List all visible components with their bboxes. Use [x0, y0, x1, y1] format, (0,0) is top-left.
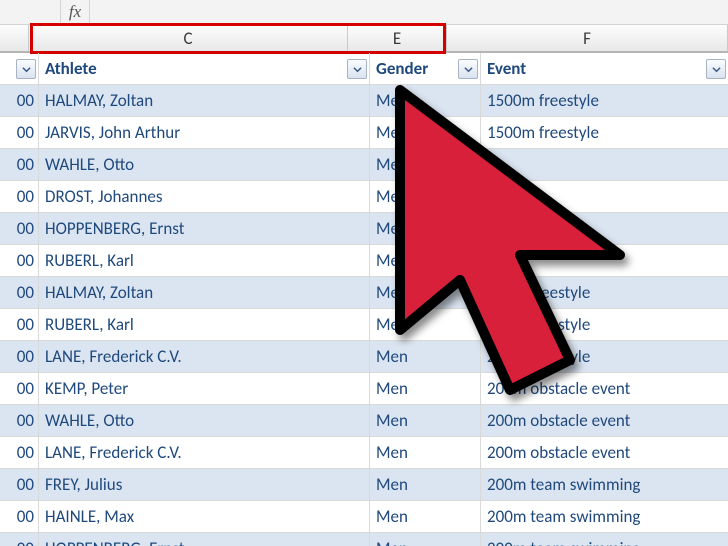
cell-athlete[interactable]: KEMP, Peter — [39, 373, 370, 404]
cell-id[interactable]: 00 — [0, 309, 39, 340]
cell-event[interactable] — [481, 213, 728, 244]
cell-event[interactable]: 1500m freestyle — [481, 85, 728, 116]
cell-id[interactable]: 00 — [0, 437, 39, 468]
formula-bar: fx — [0, 0, 728, 25]
cell-athlete[interactable]: JARVIS, John Arthur — [39, 117, 370, 148]
table-row[interactable]: 00HOPPENBERG, ErnstMen — [0, 213, 728, 245]
cell-gender[interactable]: Men — [370, 245, 481, 276]
cell-event[interactable]: 200m freestyle — [481, 277, 728, 308]
table-row[interactable]: 00KEMP, PeterMen200m obstacle event — [0, 373, 728, 405]
cell-id[interactable]: 00 — [0, 149, 39, 180]
column-header-e[interactable]: E — [348, 25, 447, 51]
table-row[interactable]: 00FREY, JuliusMen200m team swimming — [0, 469, 728, 501]
header-label: Athlete — [45, 58, 97, 79]
filter-button[interactable] — [347, 59, 367, 79]
cell-gender[interactable]: Men — [370, 149, 481, 180]
cell-athlete[interactable]: HALMAY, Zoltan — [39, 277, 370, 308]
cell-gender[interactable]: Men — [370, 437, 481, 468]
cell-event[interactable]: 200m freestyle — [481, 309, 728, 340]
cell-event[interactable]: 200m obstacle event — [481, 373, 728, 404]
cell-id[interactable]: 00 — [0, 213, 39, 244]
cell-gender[interactable]: Men — [370, 309, 481, 340]
cell-event[interactable]: 200m freestyle — [481, 341, 728, 372]
cell-athlete[interactable]: RUBERL, Karl — [39, 309, 370, 340]
cell-event[interactable]: 200m team swimming — [481, 533, 728, 546]
table-row[interactable]: 00HALMAY, ZoltanMen200m freestyle — [0, 277, 728, 309]
cell-id[interactable]: 00 — [0, 245, 39, 276]
table-row[interactable]: 00LANE, Frederick C.V.Men200m obstacle e… — [0, 437, 728, 469]
cell-event[interactable]: 1500m freestyle — [481, 117, 728, 148]
cell-id[interactable]: 00 — [0, 469, 39, 500]
cell-athlete[interactable]: HALMAY, Zoltan — [39, 85, 370, 116]
name-box[interactable] — [0, 0, 61, 24]
cell-id[interactable]: 00 — [0, 277, 39, 308]
filter-button[interactable] — [458, 59, 478, 79]
table-row[interactable]: 00WAHLE, OttoMen — [0, 149, 728, 181]
cell-event[interactable]: 200m team swimming — [481, 501, 728, 532]
header-cell-id[interactable] — [0, 53, 39, 84]
cell-gender[interactable]: Men — [370, 277, 481, 308]
cell-gender[interactable]: Men — [370, 117, 481, 148]
cell-event[interactable]: 200m team swimming — [481, 469, 728, 500]
table-row[interactable]: 00WAHLE, OttoMen200m obstacle event — [0, 405, 728, 437]
cell-gender[interactable]: Men — [370, 405, 481, 436]
table-row[interactable]: 00HALMAY, ZoltanMen1500m freestyle — [0, 85, 728, 117]
table-row[interactable]: 00JARVIS, John ArthurMen1500m freestyle — [0, 117, 728, 149]
header-cell-gender[interactable]: Gender — [370, 53, 481, 84]
table-header-row: Athlete Gender Event — [0, 52, 728, 85]
cell-athlete[interactable]: HOPPENBERG, Ernst — [39, 213, 370, 244]
column-header-b[interactable] — [0, 25, 29, 51]
table-row[interactable]: 00RUBERL, KarlMen200m freestyle — [0, 309, 728, 341]
table-row[interactable]: 00RUBERL, KarlMen — [0, 245, 728, 277]
cell-gender[interactable]: Men — [370, 533, 481, 546]
table-row[interactable]: 00HAINLE, MaxMen200m team swimming — [0, 501, 728, 533]
cell-gender[interactable]: Men — [370, 501, 481, 532]
table-row[interactable]: 00DROST, JohannesMen — [0, 181, 728, 213]
cell-athlete[interactable]: WAHLE, Otto — [39, 405, 370, 436]
cell-event[interactable]: 200m obstacle event — [481, 405, 728, 436]
cell-event[interactable] — [481, 181, 728, 212]
header-cell-athlete[interactable]: Athlete — [39, 53, 370, 84]
formula-input[interactable] — [89, 0, 728, 24]
cell-athlete[interactable]: RUBERL, Karl — [39, 245, 370, 276]
cell-event[interactable]: 200m obstacle event — [481, 437, 728, 468]
header-cell-event[interactable]: Event — [481, 53, 728, 84]
cell-gender[interactable]: Men — [370, 181, 481, 212]
filter-button[interactable] — [16, 59, 36, 79]
cell-event[interactable] — [481, 149, 728, 180]
cell-id[interactable]: 00 — [0, 533, 39, 546]
cell-athlete[interactable]: LANE, Frederick C.V. — [39, 341, 370, 372]
cell-gender[interactable]: Men — [370, 373, 481, 404]
data-table: Athlete Gender Event 00HALMAY, ZoltanMen… — [0, 52, 728, 546]
cell-gender[interactable]: Men — [370, 85, 481, 116]
column-header-f[interactable]: F — [447, 25, 728, 51]
cell-gender[interactable]: Men — [370, 213, 481, 244]
column-header-row: C E F — [0, 25, 728, 52]
cell-id[interactable]: 00 — [0, 181, 39, 212]
cell-athlete[interactable]: FREY, Julius — [39, 469, 370, 500]
cell-athlete[interactable]: HOPPENBERG, Ernst — [39, 533, 370, 546]
cell-id[interactable]: 00 — [0, 117, 39, 148]
filter-button[interactable] — [706, 59, 726, 79]
cell-event[interactable] — [481, 245, 728, 276]
cell-id[interactable]: 00 — [0, 501, 39, 532]
cell-gender[interactable]: Men — [370, 469, 481, 500]
table-row[interactable]: 00LANE, Frederick C.V.Men200m freestyle — [0, 341, 728, 373]
cell-athlete[interactable]: DROST, Johannes — [39, 181, 370, 212]
cell-id[interactable]: 00 — [0, 373, 39, 404]
cell-athlete[interactable]: HAINLE, Max — [39, 501, 370, 532]
cell-id[interactable]: 00 — [0, 341, 39, 372]
cell-athlete[interactable]: LANE, Frederick C.V. — [39, 437, 370, 468]
header-label: Event — [487, 58, 526, 79]
cell-id[interactable]: 00 — [0, 405, 39, 436]
column-header-c[interactable]: C — [29, 25, 348, 51]
fx-label[interactable]: fx — [61, 2, 89, 22]
table-row[interactable]: 00HOPPENBERG, ErnstMen200m team swimming — [0, 533, 728, 546]
cell-athlete[interactable]: WAHLE, Otto — [39, 149, 370, 180]
cell-id[interactable]: 00 — [0, 85, 39, 116]
header-label: Gender — [376, 58, 428, 79]
cell-gender[interactable]: Men — [370, 341, 481, 372]
